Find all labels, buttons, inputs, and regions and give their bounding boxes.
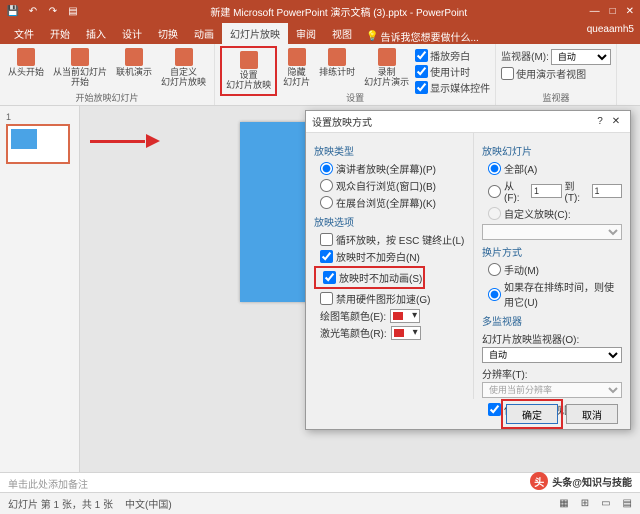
radio-manual[interactable]: 手动(M): [488, 262, 622, 277]
radio-custom[interactable]: 自定义放映(C):: [488, 206, 622, 221]
ok-button[interactable]: 确定: [506, 404, 558, 424]
show-options-label: 放映选项: [314, 214, 465, 229]
tab-view[interactable]: 视图: [324, 23, 360, 44]
custom-icon: [175, 48, 193, 66]
view-sorter-icon[interactable]: ⊞: [581, 498, 589, 509]
show-type-label: 放映类型: [314, 143, 465, 158]
watermark: 头 头条@知识与技能: [530, 472, 632, 490]
thumbnail-1[interactable]: [6, 124, 70, 164]
rehearse-button[interactable]: 排练计时: [316, 46, 358, 80]
to-spin[interactable]: 1: [592, 184, 622, 198]
laser-color-button[interactable]: ▾: [391, 326, 421, 340]
tell-me[interactable]: 💡告诉我您想要做什么...: [366, 29, 479, 44]
tab-animation[interactable]: 动画: [186, 23, 222, 44]
use-timings-check[interactable]: 使用计时: [415, 64, 490, 79]
account-name[interactable]: queaamh5: [587, 24, 634, 35]
dialog-close-icon[interactable]: ✕: [608, 116, 624, 127]
tab-slideshow[interactable]: 幻灯片放映: [222, 23, 288, 44]
ribbon-tabs: 文件 开始 插入 设计 切换 动画 幻灯片放映 审阅 视图 💡告诉我您想要做什么…: [0, 22, 640, 44]
from-spin[interactable]: 1: [531, 184, 561, 198]
hide-slide-button[interactable]: 隐藏 幻灯片: [280, 46, 313, 90]
dialog-title: 设置放映方式: [312, 114, 372, 129]
play-current-icon: [71, 48, 89, 66]
monitor-label: 幻灯片放映监视器(O):: [482, 331, 622, 346]
multi-monitor-label: 多监视器: [482, 313, 622, 328]
play-icon: [17, 48, 35, 66]
radio-all[interactable]: 全部(A): [488, 161, 622, 176]
tab-file[interactable]: 文件: [6, 23, 42, 44]
group-setup: 设置: [215, 91, 495, 104]
resolution-select: 使用当前分辨率: [482, 382, 622, 398]
slide-thumbnails: 1: [0, 106, 80, 472]
view-normal-icon[interactable]: ▦: [559, 498, 568, 509]
hide-icon: [288, 48, 306, 66]
save-icon[interactable]: 💾: [6, 4, 20, 18]
check-loop[interactable]: 循环放映，按 ESC 键终止(L): [320, 232, 465, 247]
redo-icon[interactable]: ↷: [46, 4, 60, 18]
radio-presenter[interactable]: 演讲者放映(全屏幕)(P): [320, 161, 465, 176]
radio-browsed[interactable]: 观众自行浏览(窗口)(B): [320, 178, 465, 193]
tab-transition[interactable]: 切换: [150, 23, 186, 44]
maximize-icon[interactable]: □: [610, 6, 616, 17]
record-icon: [378, 48, 396, 66]
undo-icon[interactable]: ↶: [26, 4, 40, 18]
cancel-button[interactable]: 取消: [566, 404, 618, 424]
view-slideshow-icon[interactable]: ▤: [623, 498, 632, 509]
minimize-icon[interactable]: —: [590, 6, 600, 17]
status-language[interactable]: 中文(中国): [125, 496, 172, 511]
from-beginning-button[interactable]: 从头开始: [5, 46, 47, 80]
timer-icon: [328, 48, 346, 66]
check-disable-hw[interactable]: 禁用硬件图形加速(G): [320, 291, 465, 306]
watermark-logo-icon: 头: [530, 472, 548, 490]
view-reading-icon[interactable]: ▭: [601, 498, 610, 509]
advance-label: 换片方式: [482, 244, 622, 259]
help-icon[interactable]: ?: [592, 116, 608, 127]
start-icon[interactable]: ▤: [66, 4, 80, 18]
setup-show-dialog: 设置放映方式 ? ✕ 放映类型 演讲者放映(全屏幕)(P) 观众自行浏览(窗口)…: [305, 110, 631, 430]
laser-color-label: 激光笔颜色(R):: [320, 325, 387, 340]
thumb-number: 1: [6, 112, 73, 122]
present-online-button[interactable]: 联机演示: [113, 46, 155, 80]
tab-home[interactable]: 开始: [42, 23, 78, 44]
check-no-narration[interactable]: 放映时不加旁白(N): [320, 249, 465, 264]
custom-show-button[interactable]: 自定义 幻灯片放映: [158, 46, 209, 90]
radio-kiosk[interactable]: 在展台浏览(全屏幕)(K): [320, 195, 465, 210]
from-current-button[interactable]: 从当前幻灯片 开始: [50, 46, 110, 90]
annotation-arrow: [90, 134, 160, 148]
presenter-view-check[interactable]: 使用演示者视图: [501, 66, 611, 81]
play-narration-check[interactable]: 播放旁白: [415, 48, 490, 63]
pen-color-button[interactable]: ▾: [390, 309, 420, 323]
group-monitor: 监视器: [496, 91, 616, 104]
window-title: 新建 Microsoft PowerPoint 演示文稿 (3).pptx - …: [88, 4, 590, 19]
check-no-animation[interactable]: 放映时不加动画(S): [323, 270, 422, 285]
group-start: 开始放映幻灯片: [0, 91, 214, 104]
status-slide-count: 幻灯片 第 1 张，共 1 张: [8, 496, 113, 511]
setup-show-button[interactable]: 设置 幻灯片放映: [223, 49, 274, 93]
setup-icon: [240, 51, 258, 69]
online-icon: [125, 48, 143, 66]
tab-design[interactable]: 设计: [114, 23, 150, 44]
monitor-select[interactable]: 自动: [551, 49, 611, 65]
radio-from-to[interactable]: 从(F):1到(T):1: [488, 178, 622, 204]
monitor-dialog-select[interactable]: 自动: [482, 347, 622, 363]
radio-timings[interactable]: 如果存在排练时间，则使用它(U): [488, 279, 622, 309]
tab-review[interactable]: 审阅: [288, 23, 324, 44]
close-icon[interactable]: ✕: [626, 6, 634, 17]
tab-insert[interactable]: 插入: [78, 23, 114, 44]
record-button[interactable]: 录制 幻灯片演示: [361, 46, 412, 90]
pen-color-label: 绘图笔颜色(E):: [320, 308, 386, 323]
show-slides-label: 放映幻灯片: [482, 143, 622, 158]
resolution-label: 分辨率(T):: [482, 366, 622, 381]
custom-select: [482, 224, 622, 240]
